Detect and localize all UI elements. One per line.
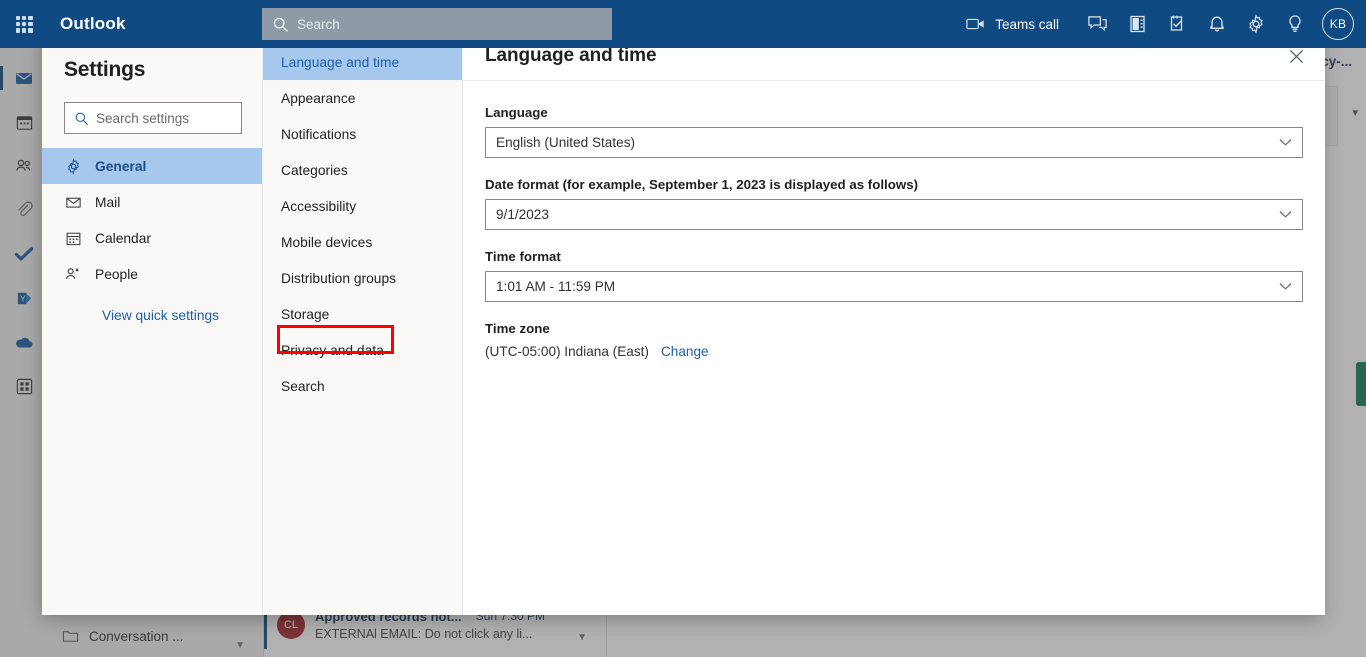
time-format-label: Time format xyxy=(485,249,561,264)
category-item-label: Mobile devices xyxy=(281,234,373,250)
search-input[interactable] xyxy=(297,16,587,32)
category-item-label: Accessibility xyxy=(281,198,357,214)
settings-nav-column: Settings General Mail xyxy=(42,32,263,615)
category-item-label: Notifications xyxy=(281,126,357,142)
suite-header: Outlook Teams call xyxy=(0,0,1366,48)
office-apps-button[interactable] xyxy=(1118,0,1158,48)
category-item-privacy-and-data[interactable]: Privacy and data xyxy=(263,332,462,368)
notes-checklist-icon xyxy=(1170,15,1183,31)
gear-icon xyxy=(1249,14,1263,34)
category-item-label: Language and time xyxy=(281,54,400,70)
sidebar-item-people[interactable]: People xyxy=(42,256,262,292)
sidebar-item-general[interactable]: General xyxy=(42,148,262,184)
user-avatar[interactable]: KB xyxy=(1322,8,1354,40)
view-quick-settings-link[interactable]: View quick settings xyxy=(102,308,219,323)
chevron-down-icon xyxy=(1279,211,1292,218)
time-format-dropdown[interactable]: 1:01 AM - 11:59 PM xyxy=(485,271,1303,302)
detail-panel-title: Language and time xyxy=(485,45,657,66)
category-item-label: Categories xyxy=(281,162,348,178)
teams-call-label: Teams call xyxy=(995,16,1059,32)
category-item-storage[interactable]: Storage xyxy=(263,296,462,332)
settings-nav-list: General Mail Calendar People xyxy=(42,148,262,292)
sidebar-item-calendar[interactable]: Calendar xyxy=(42,220,262,256)
category-item-label: Search xyxy=(281,378,325,394)
category-item-appearance[interactable]: Appearance xyxy=(263,80,462,116)
page-title: Settings xyxy=(64,58,146,81)
sidebar-item-mail[interactable]: Mail xyxy=(42,184,262,220)
search-settings-box[interactable] xyxy=(64,102,242,134)
language-label: Language xyxy=(485,105,548,120)
detail-panel-body: Language English (United States) Date fo… xyxy=(463,81,1325,359)
calendar-icon xyxy=(64,230,82,247)
bell-icon xyxy=(1210,16,1224,32)
settings-detail-panel: Language and time Language English (Unit… xyxy=(463,32,1325,615)
category-item-accessibility[interactable]: Accessibility xyxy=(263,188,462,224)
date-format-value: 9/1/2023 xyxy=(496,207,549,222)
category-item-label: Storage xyxy=(281,306,330,322)
sidebar-item-label: Calendar xyxy=(95,230,151,246)
search-settings-input[interactable] xyxy=(96,110,228,126)
chat-button[interactable] xyxy=(1077,0,1118,48)
chat-bubble-icon xyxy=(1088,16,1107,32)
sidebar-item-label: People xyxy=(95,266,138,282)
category-item-label: Privacy and data xyxy=(281,342,384,358)
time-zone-row: (UTC-05:00) Indiana (East) Change xyxy=(485,344,1303,359)
date-format-label: Date format (for example, September 1, 2… xyxy=(485,177,919,192)
time-zone-label: Time zone xyxy=(485,321,550,336)
settings-category-column: Language and time Appearance Notificatio… xyxy=(263,32,463,615)
category-item-search[interactable]: Search xyxy=(263,368,462,404)
sidebar-item-label: Mail xyxy=(95,194,121,210)
app-launcher-button[interactable] xyxy=(0,0,48,48)
time-format-value: 1:01 AM - 11:59 PM xyxy=(496,279,616,294)
category-item-notifications[interactable]: Notifications xyxy=(263,116,462,152)
lightbulb-icon xyxy=(1289,15,1301,32)
chevron-down-icon xyxy=(1279,139,1292,146)
category-item-distribution-groups[interactable]: Distribution groups xyxy=(263,260,462,296)
date-format-dropdown[interactable]: 9/1/2023 xyxy=(485,199,1303,230)
search-icon xyxy=(272,16,289,33)
gear-icon xyxy=(64,157,82,175)
notifications-button[interactable] xyxy=(1198,0,1236,48)
people-icon xyxy=(64,265,82,283)
category-item-mobile-devices[interactable]: Mobile devices xyxy=(263,224,462,260)
time-zone-value: (UTC-05:00) Indiana (East) xyxy=(485,344,649,359)
search-box[interactable] xyxy=(262,8,612,40)
category-item-language-and-time[interactable]: Language and time xyxy=(263,44,462,80)
close-icon xyxy=(1289,49,1303,63)
office-app-icon xyxy=(1130,15,1145,33)
category-item-categories[interactable]: Categories xyxy=(263,152,462,188)
language-dropdown[interactable]: English (United States) xyxy=(485,127,1303,158)
help-button[interactable] xyxy=(1276,0,1314,48)
video-camera-icon xyxy=(966,18,984,30)
settings-button[interactable] xyxy=(1236,0,1276,48)
chevron-down-icon xyxy=(1279,283,1292,290)
tasks-button[interactable] xyxy=(1158,0,1198,48)
time-zone-change-link[interactable]: Change xyxy=(661,344,709,359)
waffle-grid-icon xyxy=(15,15,33,33)
app-brand-label[interactable]: Outlook xyxy=(60,14,126,34)
suite-header-actions: Teams call KB xyxy=(952,0,1366,48)
language-value: English (United States) xyxy=(496,135,636,150)
sidebar-item-label: General xyxy=(95,158,147,174)
category-item-label: Distribution groups xyxy=(281,270,397,286)
teams-call-button[interactable]: Teams call xyxy=(952,0,1077,48)
settings-dialog: Settings General Mail xyxy=(42,32,1325,615)
mail-icon xyxy=(64,194,82,211)
category-item-label: Appearance xyxy=(281,90,356,106)
search-icon xyxy=(74,111,89,126)
outlook-settings-screen: Y Conversation ... ▼ CL Approved records… xyxy=(0,0,1366,657)
